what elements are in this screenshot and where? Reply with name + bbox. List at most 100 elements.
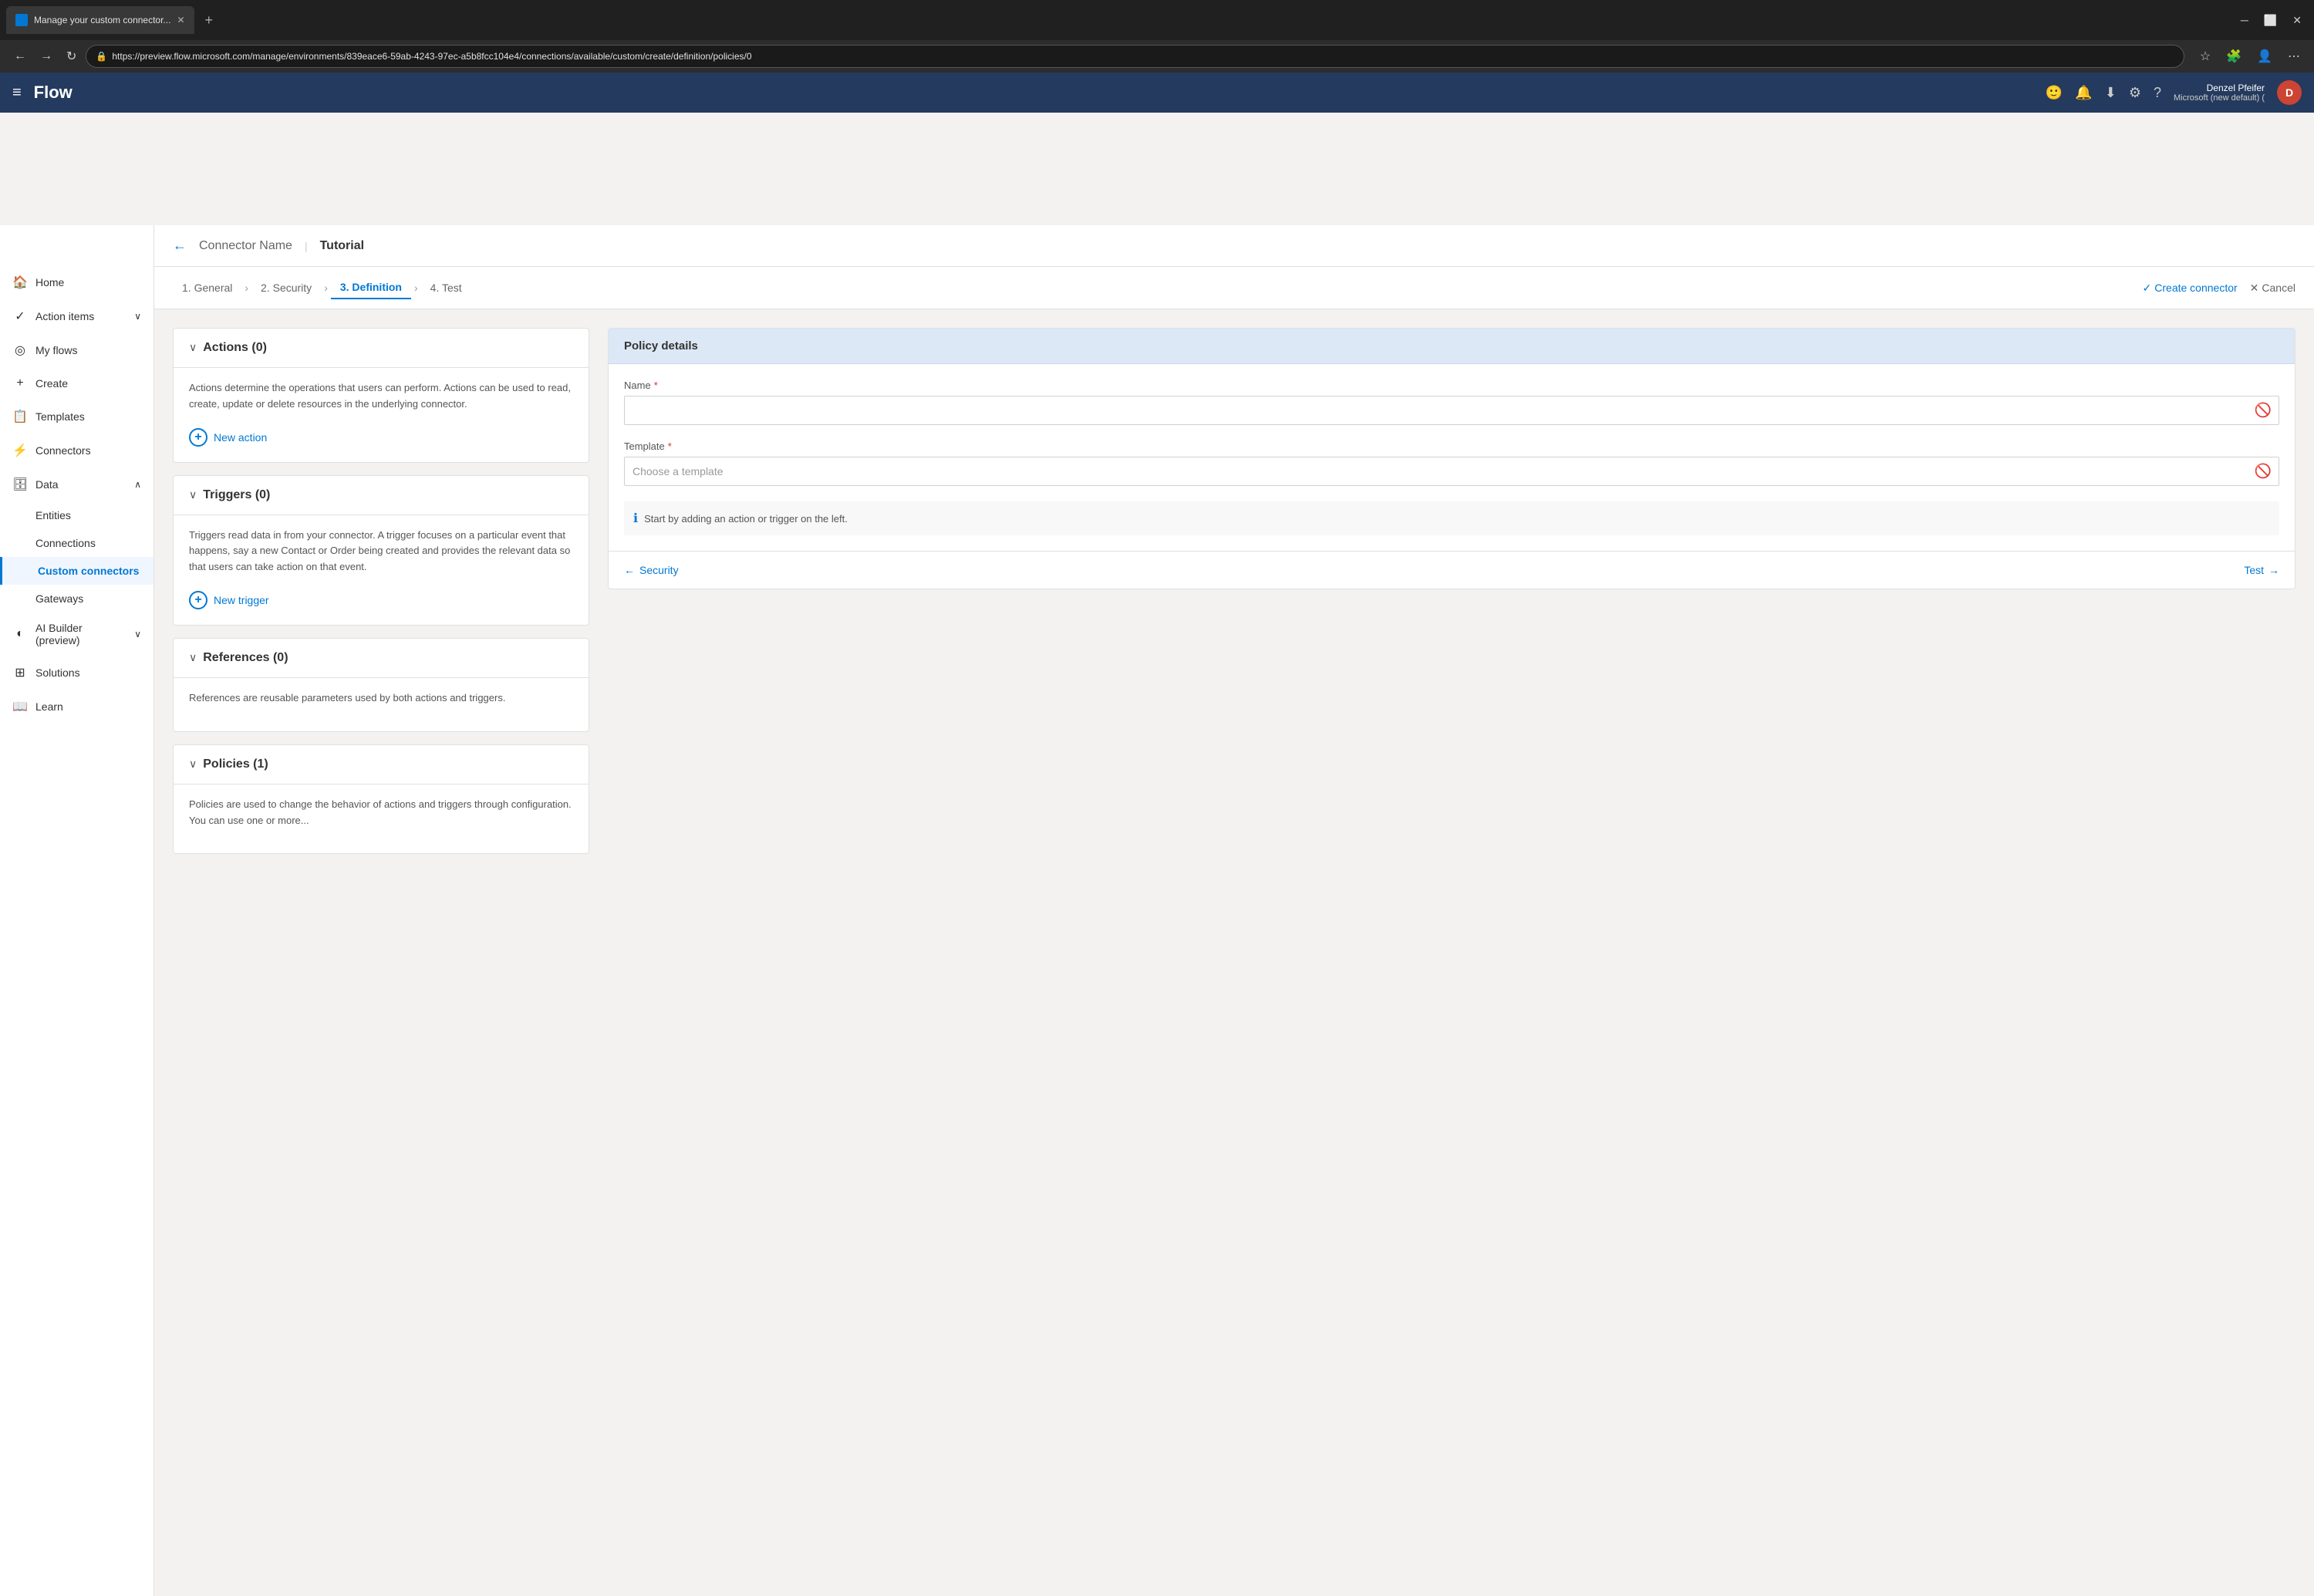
tab-title: Manage your custom connector... [34, 15, 170, 25]
header-separator: | [305, 240, 308, 252]
header-bar: ← Connector Name | Tutorial [154, 225, 2314, 267]
test-forward-link[interactable]: Test → [2244, 564, 2279, 576]
sidebar-item-my-flows[interactable]: ◎ My flows [0, 333, 153, 367]
sidebar-item-data[interactable]: 🗄 Data ∧ [0, 467, 153, 501]
security-link-label: Security [639, 564, 679, 576]
actions-section-title: Actions (0) [203, 341, 267, 355]
security-back-link[interactable]: ← Security [624, 564, 679, 576]
template-label: Template * [624, 440, 2279, 452]
sidebar-item-home[interactable]: 🏠 Home [0, 265, 153, 299]
refresh-button[interactable]: ↻ [62, 46, 81, 67]
user-name: Denzel Pfeifer [2207, 83, 2265, 93]
sidebar-item-gateways[interactable]: Gateways [0, 585, 153, 612]
forward-button[interactable]: → [35, 46, 57, 66]
user-avatar[interactable]: D [2277, 80, 2302, 105]
policies-section-body: Policies are used to change the behavior… [174, 785, 589, 854]
close-button[interactable]: ✕ [2286, 12, 2308, 29]
help-icon[interactable]: ? [2154, 85, 2161, 101]
create-connector-label: Create connector [2154, 282, 2237, 294]
notifications-icon[interactable]: 🔔 [2075, 85, 2092, 101]
template-select[interactable]: Choose a template [624, 457, 2279, 486]
browser-tab[interactable]: Manage your custom connector... ✕ [6, 6, 194, 34]
top-navbar: ≡ Flow 🙂 🔔 ⬇ ⚙ ? Denzel Pfeifer Microsof… [0, 73, 2314, 113]
extensions-icon[interactable]: 🧩 [2221, 47, 2246, 66]
step-chevron-3: › [414, 282, 418, 294]
step-definition-label: 3. Definition [340, 281, 402, 293]
minimize-button[interactable]: ─ [2235, 12, 2255, 29]
sidebar-item-ai-builder[interactable]: ◐ AI Builder(preview) ∨ [0, 612, 153, 656]
triggers-section: ∨ Triggers (0) Triggers read data in fro… [173, 475, 589, 626]
policies-chevron: ∨ [189, 758, 197, 771]
profile-icon[interactable]: 👤 [2252, 47, 2277, 66]
tutorial-label: Tutorial [320, 239, 364, 253]
browser-actions: ☆ 🧩 👤 ⋯ [2195, 47, 2305, 66]
sidebar-item-custom-connectors-label: Custom connectors [38, 565, 139, 577]
sidebar-item-connections-label: Connections [35, 537, 96, 549]
maximize-button[interactable]: ⬜ [2258, 12, 2283, 29]
policies-section: ∨ Policies (1) Policies are used to chan… [173, 744, 589, 855]
solutions-icon: ⊞ [12, 665, 28, 680]
new-trigger-label: New trigger [214, 594, 269, 606]
references-section: ∨ References (0) References are reusable… [173, 638, 589, 732]
step-general[interactable]: 1. General [173, 277, 241, 299]
sidebar-item-action-items-label: Action items [35, 310, 94, 322]
templates-icon: 📋 [12, 409, 28, 424]
name-label-text: Name [624, 380, 651, 391]
new-action-plus-icon: + [189, 428, 207, 447]
browser-titlebar: Manage your custom connector... ✕ + ─ ⬜ … [0, 0, 2314, 40]
sidebar-item-learn-label: Learn [35, 700, 63, 713]
menu-icon[interactable]: ⋯ [2283, 47, 2305, 66]
step-test[interactable]: 4. Test [421, 277, 471, 299]
step-security[interactable]: 2. Security [251, 277, 321, 299]
lock-icon: 🔒 [96, 51, 107, 62]
settings-icon[interactable]: ⚙ [2129, 85, 2141, 101]
close-tab-button[interactable]: ✕ [177, 15, 184, 25]
sidebar-item-connectors[interactable]: ⚡ Connectors [0, 434, 153, 467]
sidebar-item-templates[interactable]: 📋 Templates [0, 400, 153, 434]
policy-card: Policy details Name * 🚫 [608, 328, 2295, 589]
test-link-label: Test [2244, 564, 2264, 576]
references-section-header[interactable]: ∨ References (0) [174, 639, 589, 678]
user-info: Denzel Pfeifer Microsoft (new default) ( [2174, 83, 2265, 103]
url-text: https://preview.flow.microsoft.com/manag… [112, 51, 751, 62]
create-connector-button[interactable]: ✓ Create connector [2143, 282, 2238, 295]
favorites-icon[interactable]: ☆ [2195, 47, 2215, 66]
new-tab-button[interactable]: + [199, 9, 220, 32]
browser-controls: ← → ↻ 🔒 https://preview.flow.microsoft.c… [0, 40, 2314, 73]
hamburger-menu[interactable]: ≡ [12, 84, 22, 102]
references-chevron: ∨ [189, 651, 197, 664]
back-button[interactable]: ← [9, 46, 31, 66]
sidebar-item-custom-connectors[interactable]: Custom connectors [0, 557, 153, 585]
name-error-icon: 🚫 [2255, 403, 2272, 419]
sidebar-item-action-items[interactable]: ✓ Action items ∨ [0, 299, 153, 333]
cancel-button[interactable]: ✕ Cancel [2250, 282, 2295, 295]
actions-section-header[interactable]: ∨ Actions (0) [174, 329, 589, 368]
app-container: 🏠 Home ✓ Action items ∨ ◎ My flows + Cre… [0, 185, 2314, 1596]
emoji-icon[interactable]: 🙂 [2046, 85, 2063, 101]
address-bar[interactable]: 🔒 https://preview.flow.microsoft.com/man… [86, 45, 2184, 68]
policies-section-header[interactable]: ∨ Policies (1) [174, 745, 589, 785]
check-icon: ✓ [2143, 282, 2152, 295]
ai-builder-chevron: ∨ [134, 629, 141, 639]
triggers-section-header[interactable]: ∨ Triggers (0) [174, 476, 589, 515]
step-general-label: 1. General [182, 282, 232, 294]
name-input[interactable] [624, 396, 2279, 425]
forward-arrow-icon: → [2268, 564, 2279, 576]
data-icon: 🗄 [12, 477, 28, 492]
content-area: ∨ Actions (0) Actions determine the oper… [154, 309, 2314, 1596]
new-action-button[interactable]: + New action [189, 425, 573, 450]
right-panel: Policy details Name * 🚫 [608, 328, 2295, 1581]
triggers-desc: Triggers read data in from your connecto… [189, 528, 573, 575]
ai-builder-icon: ◐ [12, 627, 28, 641]
actions-desc: Actions determine the operations that us… [189, 380, 573, 413]
sidebar-item-entities[interactable]: Entities [0, 501, 153, 529]
sidebar-item-solutions[interactable]: ⊞ Solutions [0, 656, 153, 690]
download-icon[interactable]: ⬇ [2105, 85, 2117, 101]
sidebar-item-learn[interactable]: 📖 Learn [0, 690, 153, 724]
sidebar-item-create[interactable]: + Create [0, 367, 153, 400]
back-nav-button[interactable]: ← [173, 238, 187, 254]
template-required: * [668, 440, 672, 452]
new-trigger-button[interactable]: + New trigger [189, 588, 573, 612]
sidebar-item-connections[interactable]: Connections [0, 529, 153, 557]
step-definition[interactable]: 3. Definition [331, 276, 411, 299]
